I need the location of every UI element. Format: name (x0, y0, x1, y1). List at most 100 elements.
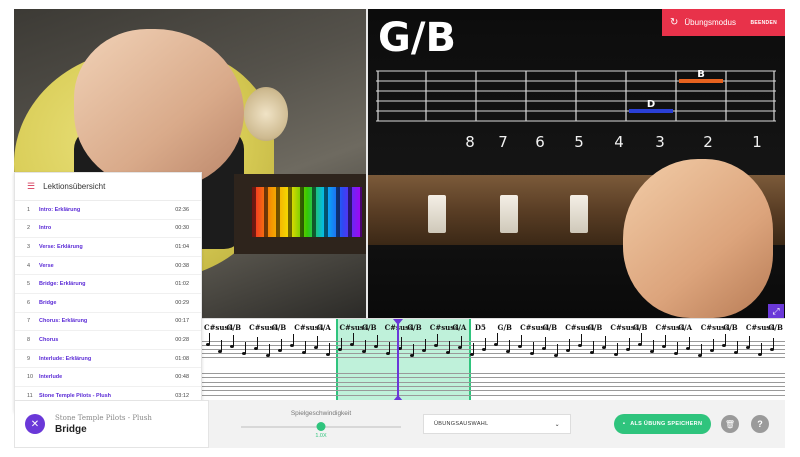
note-stem (329, 343, 330, 354)
fret-number: 5 (574, 133, 584, 151)
note-stem (581, 334, 582, 345)
lesson-list: 1 Intro: Erklärung 02:36 2 Intro 00:30 3 Verse:… (15, 201, 201, 406)
lesson-number: 7 (27, 318, 31, 325)
trash-icon[interactable]: 🗑 (721, 415, 739, 433)
lesson-number: 5 (27, 281, 31, 288)
fullscreen-icon[interactable]: ⤢ (768, 304, 784, 318)
note-stem (209, 333, 210, 344)
tab-line (198, 381, 785, 383)
note-stem (341, 338, 342, 349)
tab-line (198, 390, 785, 392)
note-stem (617, 343, 618, 354)
note-stem (365, 340, 366, 351)
help-icon[interactable]: ? (751, 415, 769, 433)
note-stem (641, 333, 642, 344)
speed-value: 1.0X (315, 433, 327, 439)
chord-label: G/B (362, 323, 377, 332)
lesson-duration: 00:48 (175, 374, 189, 381)
notation-strip[interactable]: C#sus4 G/B C#sus4 G/B C#sus4 G/A C#sus4 G/B C#su… (198, 318, 785, 400)
note-stem (461, 336, 462, 347)
chord-label: G/B (271, 323, 287, 332)
lesson-duration: 00:38 (175, 262, 189, 269)
chord-label: G/B (497, 323, 512, 332)
lesson-item[interactable]: 6 Bridge 00:29 (15, 294, 201, 313)
note-stem (269, 344, 270, 355)
chord-label: D5 (474, 323, 486, 332)
chord-label: G/A (452, 323, 467, 332)
practice-mode-bar: ↻ Übungsmodus BEENDEN (662, 9, 785, 36)
lesson-number: 10 (27, 374, 34, 381)
lesson-item[interactable]: 8 Chorus 00:28 (15, 331, 201, 350)
lesson-item[interactable]: 3 Verse: Erklärung 01:04 (15, 238, 201, 257)
lesson-title: Chorus (39, 336, 59, 343)
note-stem (545, 337, 546, 348)
staff-line (198, 357, 785, 358)
save-icon: ▪ (622, 421, 626, 427)
chord-label: G/B (723, 323, 738, 332)
lesson-item[interactable]: 9 Interlude: Erklärung 01:08 (15, 350, 201, 369)
lesson-item[interactable]: 5 Bridge: Erklärung 01:02 (15, 275, 201, 294)
note-stem (317, 336, 318, 347)
note-stem (485, 338, 486, 349)
speed-slider-knob[interactable] (316, 422, 326, 431)
note-stem (665, 335, 666, 346)
note-stem (653, 340, 654, 351)
chord-label: G/A (316, 323, 331, 332)
note-stem (473, 343, 474, 354)
fret-number: 6 (535, 133, 545, 151)
now-playing-card: ✕ Stone Temple Pilots - Plush Bridge (14, 400, 209, 448)
chord-name: G/B (378, 15, 456, 61)
chord-label: G/B (407, 323, 422, 332)
note-stem (293, 334, 294, 345)
lesson-duration: 00:17 (175, 318, 189, 325)
exercise-select[interactable]: ÜBUNGSAUSWAHL ⌄ (423, 414, 571, 434)
note-stem (521, 335, 522, 346)
lesson-number: 2 (27, 225, 31, 232)
end-practice-button[interactable]: BEENDEN (750, 20, 777, 26)
note-stem (281, 339, 282, 350)
close-icon[interactable]: ✕ (25, 414, 45, 434)
staff-line (198, 341, 785, 342)
note-stem (749, 336, 750, 347)
lesson-item[interactable]: 2 Intro 00:30 (15, 220, 201, 239)
fret-number: 7 (498, 133, 508, 151)
fret-note-b: B (697, 69, 705, 80)
lesson-item[interactable]: 10 Interlude 00:48 (15, 368, 201, 387)
note-stem (593, 341, 594, 352)
lesson-overview-panel: ☰ Lektionsübersicht 1 Intro: Erklärung 02:… (14, 172, 202, 412)
lesson-title: Verse: Erklärung (39, 243, 83, 250)
practice-mode-label: Übungsmodus (684, 18, 736, 27)
playhead-top-marker (393, 319, 403, 325)
fretboard-diagram: B D (376, 69, 776, 122)
staff-line (198, 353, 785, 354)
note-stem (689, 337, 690, 348)
fret-number: 4 (614, 133, 624, 151)
lesson-item[interactable]: 4 Verse 00:38 (15, 257, 201, 276)
lesson-duration: 00:28 (175, 336, 189, 343)
speed-label: Spielgeschwindigkeit (290, 410, 352, 417)
save-exercise-button[interactable]: ▪ ALS ÜBUNG SPEICHERN (614, 414, 711, 434)
fretting-hand-image (623, 159, 773, 318)
note-stem (305, 341, 306, 352)
note-stem (677, 342, 678, 353)
note-stem (401, 337, 402, 348)
lesson-item[interactable]: 1 Intro: Erklärung 02:36 (15, 201, 201, 220)
bottom-control-bar: ✕ Stone Temple Pilots - Plush Bridge Spi… (14, 400, 785, 448)
chord-label: G/B (542, 323, 558, 332)
note-stem (773, 338, 774, 349)
note-stem (509, 340, 510, 351)
note-stem (413, 344, 414, 355)
lesson-title: Bridge: Erklärung (39, 281, 86, 288)
note-stem (425, 339, 426, 350)
note-stem (557, 344, 558, 355)
lesson-item[interactable]: 7 Chorus: Erklärung 00:17 (15, 313, 201, 332)
lesson-duration: 01:04 (175, 243, 189, 250)
lesson-duration: 03:12 (175, 392, 189, 399)
playhead[interactable] (397, 319, 399, 400)
note-stem (533, 342, 534, 353)
lesson-duration: 01:08 (175, 355, 189, 362)
pickup-selector-knob (244, 87, 288, 141)
fret-number: 2 (703, 133, 713, 151)
note-stem (761, 343, 762, 354)
lesson-title: Chorus: Erklärung (39, 318, 88, 325)
